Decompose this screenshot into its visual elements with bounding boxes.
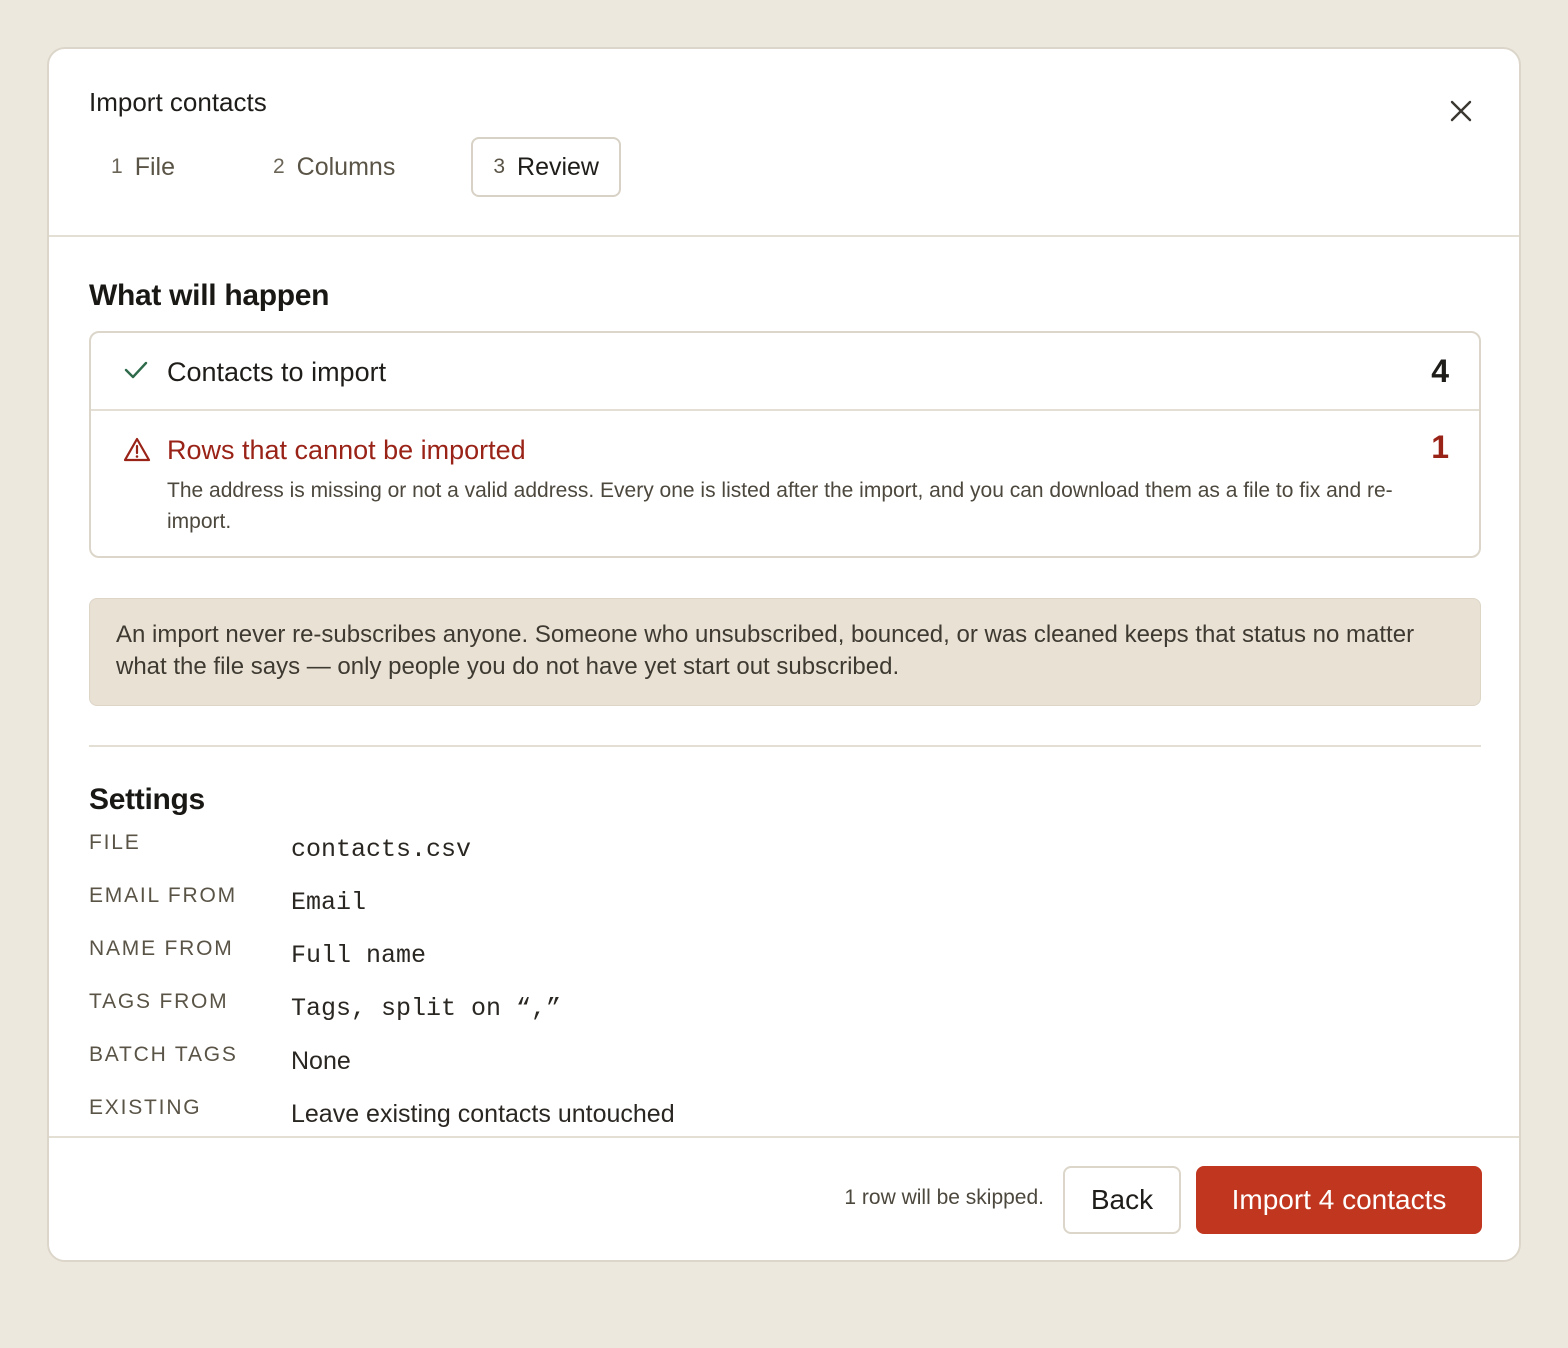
- step-file[interactable]: 1 File: [89, 137, 197, 197]
- skip-note: 1 row will be skipped.: [844, 1186, 1044, 1209]
- rows-cannot-import-description: The address is missing or not a valid ad…: [167, 479, 1393, 533]
- setting-row-email-from: Email from Email: [89, 872, 1481, 925]
- check-icon: [123, 359, 149, 386]
- step-label: File: [134, 152, 175, 181]
- back-button[interactable]: Back: [1063, 1166, 1181, 1234]
- import-summary: Contacts to import 4 Rows that cannot be…: [89, 331, 1481, 558]
- setting-value: Full name: [291, 941, 427, 970]
- dialog-footer: 1 row will be skipped. Back Import 4 con…: [49, 1136, 1519, 1260]
- warning-icon: [123, 437, 151, 468]
- contacts-to-import-label: Contacts to import: [167, 357, 387, 387]
- setting-value: Tags, split on “,”: [291, 994, 562, 1023]
- step-number: 1: [111, 155, 123, 178]
- setting-value: Email: [291, 888, 367, 917]
- setting-row-file: File contacts.csv: [89, 819, 1481, 872]
- setting-key: Existing: [89, 1096, 202, 1119]
- dialog-header: Import contacts 1 File 2 Columns 3 Revie…: [49, 49, 1519, 237]
- stepper: 1 File 2 Columns 3 Review: [89, 137, 621, 197]
- setting-value: contacts.csv: [291, 835, 472, 864]
- dialog-title: Import contacts: [89, 87, 267, 117]
- setting-key: Name from: [89, 937, 234, 960]
- import-dialog: Import contacts 1 File 2 Columns 3 Revie…: [47, 47, 1521, 1262]
- rows-cannot-import-row: Rows that cannot be imported 1 The addre…: [91, 411, 1479, 556]
- what-will-happen-heading: What will happen: [89, 279, 330, 312]
- contacts-to-import-count: 4: [1431, 353, 1449, 389]
- step-label: Review: [517, 152, 599, 181]
- setting-row-existing: Existing Leave existing contacts untouch…: [89, 1084, 1481, 1137]
- rows-cannot-import-label: Rows that cannot be imported: [167, 435, 526, 465]
- step-number: 3: [493, 155, 506, 178]
- contacts-to-import-row: Contacts to import 4: [91, 333, 1479, 411]
- close-button[interactable]: [1445, 95, 1477, 127]
- setting-key: Email from: [89, 884, 237, 907]
- step-columns[interactable]: 2 Columns: [251, 137, 417, 197]
- setting-key: Batch tags: [89, 1043, 238, 1066]
- close-icon: [1450, 100, 1472, 122]
- setting-value: Leave existing contacts untouched: [291, 1100, 675, 1128]
- step-number: 2: [272, 155, 285, 178]
- setting-row-batch-tags: Batch tags None: [89, 1031, 1481, 1084]
- resubscribe-note: An import never re-subscribes anyone. So…: [89, 598, 1481, 706]
- setting-row-tags-from: Tags from Tags, split on “,”: [89, 978, 1481, 1031]
- setting-key: Tags from: [89, 990, 229, 1013]
- rows-cannot-import-count: 1: [1431, 429, 1449, 465]
- setting-value: None: [291, 1047, 351, 1075]
- setting-row-name-from: Name from Full name: [89, 925, 1481, 978]
- step-review[interactable]: 3 Review: [471, 137, 621, 197]
- settings-list: File contacts.csv Email from Email Name …: [89, 819, 1481, 1137]
- divider: [89, 745, 1481, 747]
- settings-heading: Settings: [89, 783, 205, 816]
- setting-key: File: [89, 831, 141, 854]
- import-button[interactable]: Import 4 contacts: [1196, 1166, 1482, 1234]
- step-label: Columns: [296, 152, 396, 181]
